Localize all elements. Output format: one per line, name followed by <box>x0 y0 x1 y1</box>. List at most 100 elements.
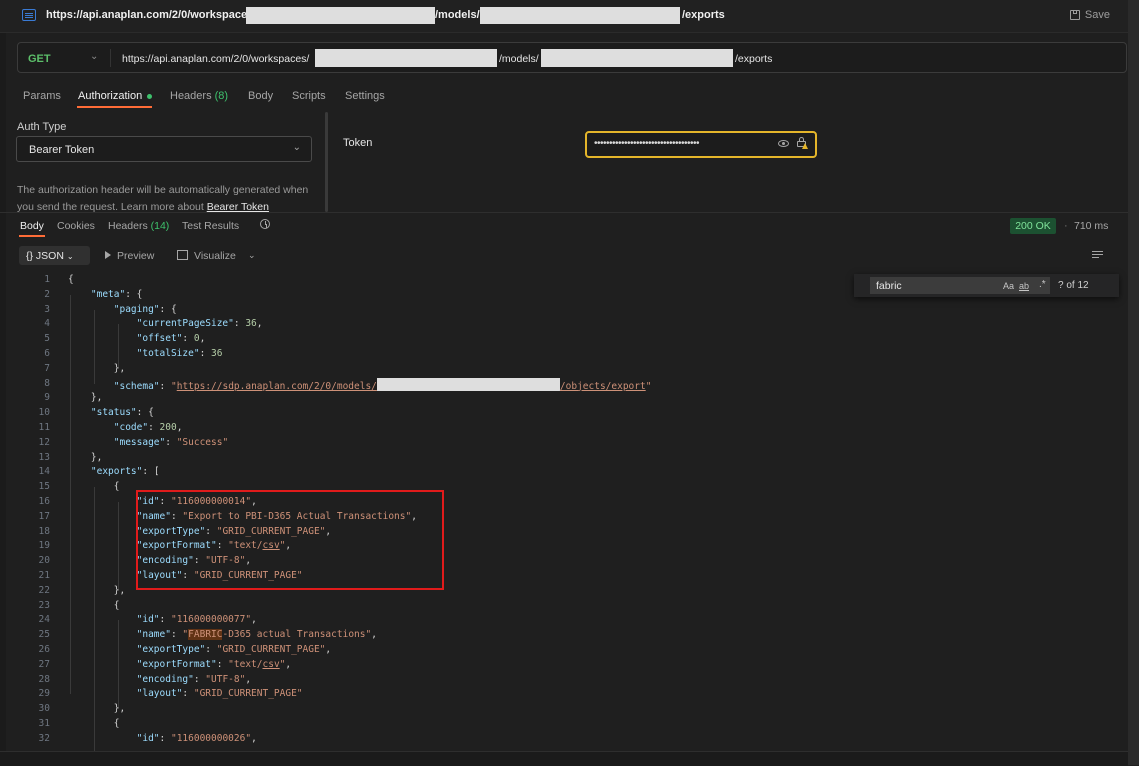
code-line: "code": 200, <box>68 422 183 433</box>
tab-response-headers[interactable]: Headers (14) <box>108 220 169 232</box>
tab-body[interactable]: Body <box>248 90 273 102</box>
json-key: "layout" <box>136 688 183 700</box>
tab-cookies[interactable]: Cookies <box>57 220 95 232</box>
code-line: "paging": { <box>68 304 177 315</box>
eye-icon[interactable] <box>778 140 789 147</box>
whole-word-icon[interactable]: ab <box>1019 281 1029 291</box>
json-key: "exports" <box>90 466 143 478</box>
code-line: { <box>68 481 120 492</box>
search-match-highlight: FABRIC <box>188 629 223 641</box>
json-key: "paging" <box>113 303 160 315</box>
visualize-button[interactable]: Visualize <box>177 250 236 262</box>
find-widget: fabric Aa ab .* ? of 12 <box>854 274 1119 297</box>
line-number: 26 <box>38 644 50 655</box>
tab-authorization[interactable]: Authorization <box>78 90 153 102</box>
tab-scripts[interactable]: Scripts <box>292 90 326 102</box>
json-key: "meta" <box>90 288 126 300</box>
code-line: }, <box>68 392 102 403</box>
json-punctuation: : <box>159 614 171 626</box>
json-punctuation <box>68 496 137 507</box>
tab-response-body[interactable]: Body <box>20 220 44 232</box>
line-number: 20 <box>38 555 50 567</box>
title-url-part2: /models/ <box>435 9 480 21</box>
auth-description: The authorization header will be automat… <box>17 182 317 216</box>
json-key: "id" <box>136 732 160 744</box>
json-punctuation: , <box>251 732 257 744</box>
token-label: Token <box>343 137 373 149</box>
code-line: }, <box>68 703 125 714</box>
json-punctuation <box>68 304 114 315</box>
tab-headers[interactable]: Headers (8) <box>170 90 228 102</box>
redacted-model-id <box>376 377 560 391</box>
lock-warning-icon[interactable] <box>797 137 808 149</box>
json-punctuation: , <box>256 318 263 330</box>
save-button[interactable]: Save <box>1069 9 1110 21</box>
line-number: 30 <box>38 703 50 715</box>
url-part1[interactable]: https://api.anaplan.com/2/0/workspaces/ <box>122 53 309 65</box>
preview-button[interactable]: Preview <box>105 250 154 262</box>
tab-params[interactable]: Params <box>23 90 61 102</box>
line-number: 31 <box>38 718 50 729</box>
request-title[interactable]: https://api.anaplan.com/2/0/workspaces/ <box>46 9 256 21</box>
find-input[interactable]: fabric Aa ab .* <box>870 277 1050 294</box>
chevron-down-icon[interactable]: ⌄ <box>90 51 98 62</box>
visualize-label: Visualize <box>194 250 236 262</box>
panel-splitter[interactable] <box>325 112 328 212</box>
code-line: "exports": [ <box>68 466 160 477</box>
url-part2[interactable]: /models/ <box>499 53 539 65</box>
code-line: "message": "Success" <box>68 437 228 448</box>
method-select[interactable]: GET <box>28 53 51 65</box>
url-part3[interactable]: /exports <box>735 53 772 65</box>
line-number: 11 <box>38 422 50 433</box>
active-tab-indicator <box>19 235 45 237</box>
history-icon[interactable] <box>260 219 270 229</box>
json-punctuation <box>68 659 137 670</box>
headers-count: (8) <box>214 90 229 102</box>
chevron-down-icon[interactable]: ⌄ <box>248 250 256 261</box>
json-punctuation <box>68 381 114 392</box>
title-url-part3: /exports <box>682 9 725 21</box>
auth-type-select[interactable]: Bearer Token ⌄ <box>16 136 312 162</box>
string-link: /objects/export <box>559 380 646 392</box>
json-punctuation: , <box>325 644 332 655</box>
line-number: 28 <box>38 673 50 685</box>
tab-settings[interactable]: Settings <box>345 90 385 102</box>
regex-icon[interactable]: .* <box>1039 279 1046 290</box>
json-punctuation <box>68 348 137 359</box>
find-query: fabric <box>876 280 902 292</box>
format-label: {} JSON ⌄ <box>26 250 74 262</box>
json-punctuation: : <box>165 436 177 448</box>
json-punctuation <box>68 437 114 448</box>
code-line: "id": "116000000026", <box>68 733 257 744</box>
json-string: "GRID_CURRENT_PAGE" <box>216 644 326 655</box>
json-key: "currentPageSize" <box>136 318 234 330</box>
line-number: 4 <box>44 318 50 330</box>
save-label: Save <box>1084 9 1110 21</box>
format-select[interactable]: {} JSON ⌄ <box>19 246 90 265</box>
line-number: 21 <box>38 570 50 581</box>
status-badge: 200 OK <box>1010 218 1056 234</box>
chevron-down-icon: ⌄ <box>292 142 301 153</box>
scrollbar[interactable] <box>1128 0 1139 765</box>
tab-response-headers-label: Headers <box>108 220 148 232</box>
redacted-workspace-id <box>246 7 435 24</box>
json-punctuation <box>68 422 114 433</box>
match-case-icon[interactable]: Aa <box>1003 281 1014 291</box>
wrap-lines-icon[interactable] <box>1092 251 1103 259</box>
code-line: "exportFormat": "text/csv", <box>68 658 292 670</box>
code-line: "meta": { <box>68 288 143 300</box>
string-link: https://sdp.anaplan.com/2/0/models/ <box>176 380 377 392</box>
active-dot-icon <box>147 93 153 99</box>
json-punctuation: : <box>205 644 217 655</box>
json-key: "status" <box>90 407 137 419</box>
json-punctuation <box>68 614 137 625</box>
request-bar: GET ⌄ https://api.anaplan.com/2/0/worksp… <box>17 42 1127 73</box>
token-input[interactable]: ••••••••••••••••••••••••••••••••••• <box>585 131 817 158</box>
line-number: 25 <box>38 629 50 641</box>
json-punctuation: : <box>159 380 171 392</box>
code-line: "totalSize": 36 <box>68 348 223 359</box>
tab-test-results[interactable]: Test Results <box>182 220 239 232</box>
json-punctuation: : <box>216 658 229 670</box>
json-key: "exportType" <box>136 644 206 655</box>
line-number: 6 <box>44 348 50 359</box>
